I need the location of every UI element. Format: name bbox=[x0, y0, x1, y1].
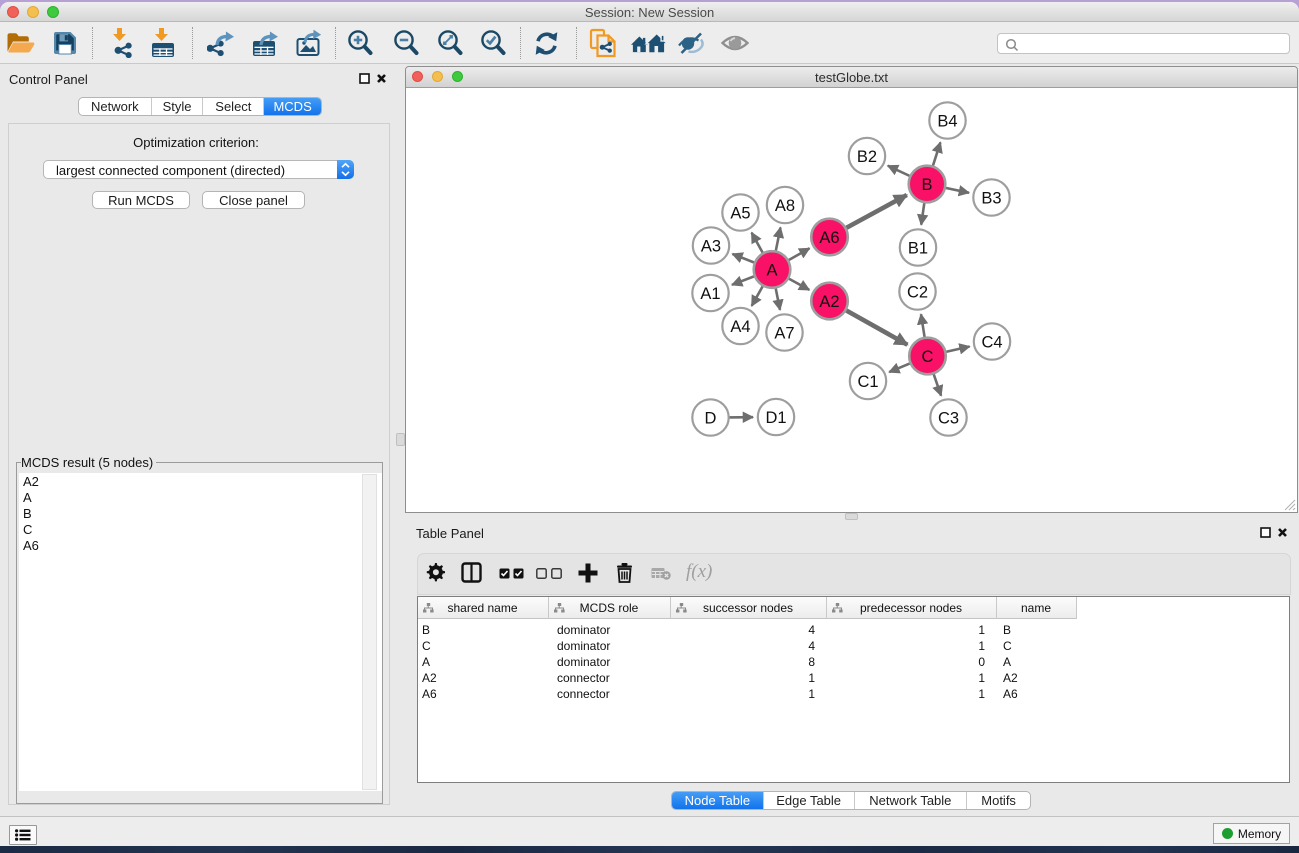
svg-text:C4: C4 bbox=[981, 333, 1002, 351]
svg-text:C2: C2 bbox=[907, 283, 928, 301]
svg-text:A3: A3 bbox=[701, 237, 721, 255]
svg-text:C: C bbox=[922, 348, 934, 366]
svg-text:A5: A5 bbox=[730, 204, 750, 222]
svg-text:A2: A2 bbox=[819, 293, 839, 311]
svg-text:A7: A7 bbox=[774, 324, 794, 342]
svg-text:A8: A8 bbox=[775, 197, 795, 215]
svg-text:A: A bbox=[766, 261, 777, 279]
svg-text:A1: A1 bbox=[700, 285, 720, 303]
svg-text:C3: C3 bbox=[938, 409, 959, 427]
svg-text:B4: B4 bbox=[937, 112, 957, 130]
svg-text:D: D bbox=[705, 409, 717, 427]
svg-text:D1: D1 bbox=[765, 409, 786, 427]
svg-text:B1: B1 bbox=[908, 239, 928, 257]
svg-text:B3: B3 bbox=[981, 189, 1001, 207]
svg-text:A6: A6 bbox=[819, 229, 839, 247]
svg-text:B: B bbox=[921, 176, 932, 194]
svg-text:C1: C1 bbox=[857, 373, 878, 391]
svg-text:A4: A4 bbox=[730, 318, 750, 336]
svg-text:B2: B2 bbox=[857, 148, 877, 166]
